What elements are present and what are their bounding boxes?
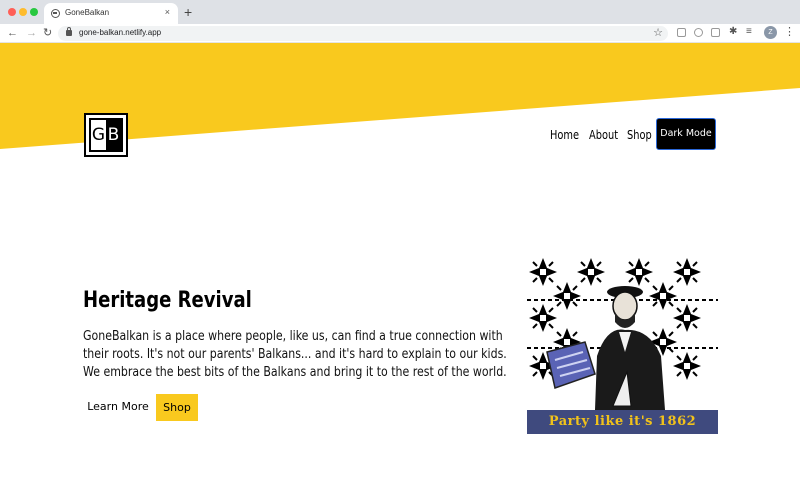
extension-icon[interactable]: [677, 28, 686, 37]
hero-title: Heritage Revival: [83, 288, 252, 313]
hero-description: GoneBalkan is a place where people, like…: [83, 329, 507, 380]
address-bar[interactable]: gone-balkan.netlify.app ☆: [58, 26, 668, 41]
close-window-button[interactable]: [8, 8, 16, 16]
poster-caption: Party like it's 1862: [548, 414, 697, 429]
heritage-poster-image: Party like it's 1862: [527, 256, 718, 447]
tab-close-icon[interactable]: ×: [165, 7, 170, 17]
new-tab-button[interactable]: +: [184, 4, 192, 20]
site-logo[interactable]: G B: [84, 113, 128, 157]
nav-link-shop[interactable]: Shop: [627, 128, 652, 142]
lock-icon[interactable]: [66, 27, 72, 36]
extensions-puzzle-icon[interactable]: ✱: [729, 25, 737, 39]
maximize-window-button[interactable]: [30, 8, 38, 16]
browser-tab-bar: GoneBalkan × +: [0, 0, 800, 24]
webpage: G B Home About Shop Dark Mode Heritage R…: [0, 43, 800, 487]
browser-menu-icon[interactable]: ⋮: [784, 25, 795, 39]
extension-icon[interactable]: [711, 28, 720, 37]
nav-link-home[interactable]: Home: [550, 128, 579, 142]
dark-mode-button[interactable]: Dark Mode: [656, 118, 716, 150]
globe-icon: [51, 9, 60, 18]
back-arrow-icon[interactable]: ←: [7, 26, 18, 40]
minimize-window-button[interactable]: [19, 8, 27, 16]
logo-frame: G B: [89, 118, 123, 152]
shop-button[interactable]: Shop: [156, 394, 198, 421]
bookmark-star-icon[interactable]: ☆: [653, 26, 663, 40]
logo-letter-b: B: [106, 120, 121, 150]
learn-more-button[interactable]: Learn More: [84, 394, 152, 420]
extension-icon[interactable]: [694, 28, 703, 37]
browser-toolbar: ← → ↻ gone-balkan.netlify.app ☆ ✱ ≡ Z ⋮: [0, 24, 800, 43]
reload-icon[interactable]: ↻: [43, 26, 52, 40]
url-text[interactable]: gone-balkan.netlify.app: [79, 28, 161, 37]
forward-arrow-icon[interactable]: →: [26, 26, 37, 40]
tab-title: GoneBalkan: [65, 8, 110, 17]
logo-letter-g: G: [91, 120, 106, 150]
nav-link-about[interactable]: About: [589, 128, 618, 142]
reading-list-icon[interactable]: ≡: [746, 25, 752, 39]
browser-tab[interactable]: GoneBalkan ×: [44, 3, 178, 24]
profile-avatar[interactable]: Z: [764, 26, 777, 39]
